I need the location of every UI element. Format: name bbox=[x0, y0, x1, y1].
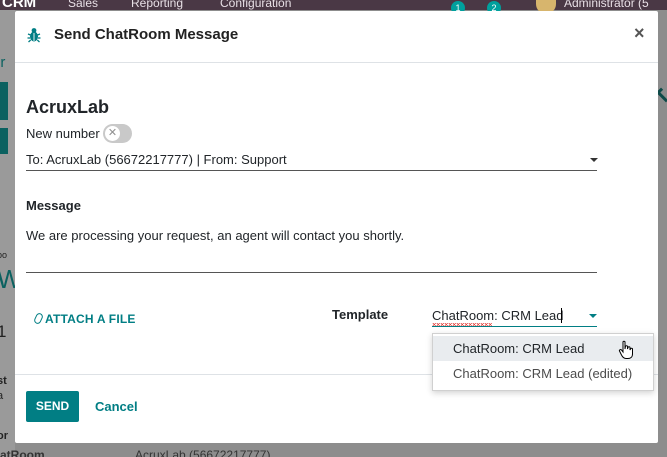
close-icon[interactable]: × bbox=[634, 23, 645, 44]
bg-fragment: ir bbox=[0, 54, 6, 71]
user-menu: Administrator (5 bbox=[564, 0, 649, 10]
bg-fragment: 1 bbox=[0, 322, 7, 341]
toggle-knob: ✕ bbox=[105, 126, 120, 141]
caret-down-icon bbox=[590, 158, 598, 162]
app-navbar: CRM Sales Reporting Configuration 1 2 Ad… bbox=[0, 0, 667, 15]
x-icon: ✕ bbox=[107, 127, 118, 139]
connector-select[interactable]: To: AcruxLab (56672217777) | From: Suppo… bbox=[26, 149, 598, 171]
bg-fragment: po bbox=[0, 250, 8, 260]
text-caret bbox=[561, 308, 562, 323]
attach-file-button[interactable]: ATTACH A FILE bbox=[33, 312, 136, 326]
message-textarea[interactable]: We are processing your request, an agent… bbox=[26, 226, 597, 273]
paperclip-icon bbox=[33, 312, 44, 325]
background-content: ir po W 1 st a or bbox=[0, 10, 22, 457]
new-number-label: New number bbox=[26, 126, 100, 141]
template-label: Template bbox=[332, 307, 389, 322]
dialog-header: Send ChatRoom Message × bbox=[15, 11, 658, 63]
bg-fragment bbox=[0, 128, 8, 154]
attach-file-label: ATTACH A FILE bbox=[45, 312, 136, 326]
cancel-button[interactable]: Cancel bbox=[95, 399, 138, 414]
bug-icon bbox=[27, 28, 41, 43]
bg-field-value: AcruxLab (56672217777) bbox=[135, 448, 271, 457]
send-button[interactable]: SEND bbox=[26, 391, 79, 422]
nav-configuration: Configuration bbox=[220, 0, 292, 10]
message-label: Message bbox=[26, 198, 81, 213]
new-number-toggle[interactable]: ✕ bbox=[103, 124, 132, 143]
nav-sales: Sales bbox=[68, 0, 99, 10]
hand-cursor-icon bbox=[618, 340, 633, 359]
nav-reporting: Reporting bbox=[131, 0, 184, 10]
bg-field-label: atRoom bbox=[0, 448, 45, 457]
caret-down-icon[interactable] bbox=[589, 314, 597, 318]
bg-fragment: a bbox=[0, 390, 4, 402]
message-text: We are processing your request, an agent… bbox=[26, 228, 405, 243]
connector-value: To: AcruxLab (56672217777) | From: Suppo… bbox=[26, 152, 287, 167]
bg-fragment: st bbox=[0, 375, 7, 387]
template-value: ChatRoom: CRM Lead bbox=[432, 308, 564, 323]
spellcheck-underline bbox=[432, 323, 492, 326]
template-input[interactable]: ChatRoom: CRM Lead bbox=[432, 305, 597, 327]
dialog-title: Send ChatRoom Message bbox=[54, 26, 239, 43]
bg-fragment: or bbox=[0, 430, 8, 442]
dropdown-option[interactable]: ChatRoom: CRM Lead (edited) bbox=[433, 361, 653, 386]
bg-fragment bbox=[0, 82, 8, 120]
partner-name: AcruxLab bbox=[26, 97, 110, 117]
